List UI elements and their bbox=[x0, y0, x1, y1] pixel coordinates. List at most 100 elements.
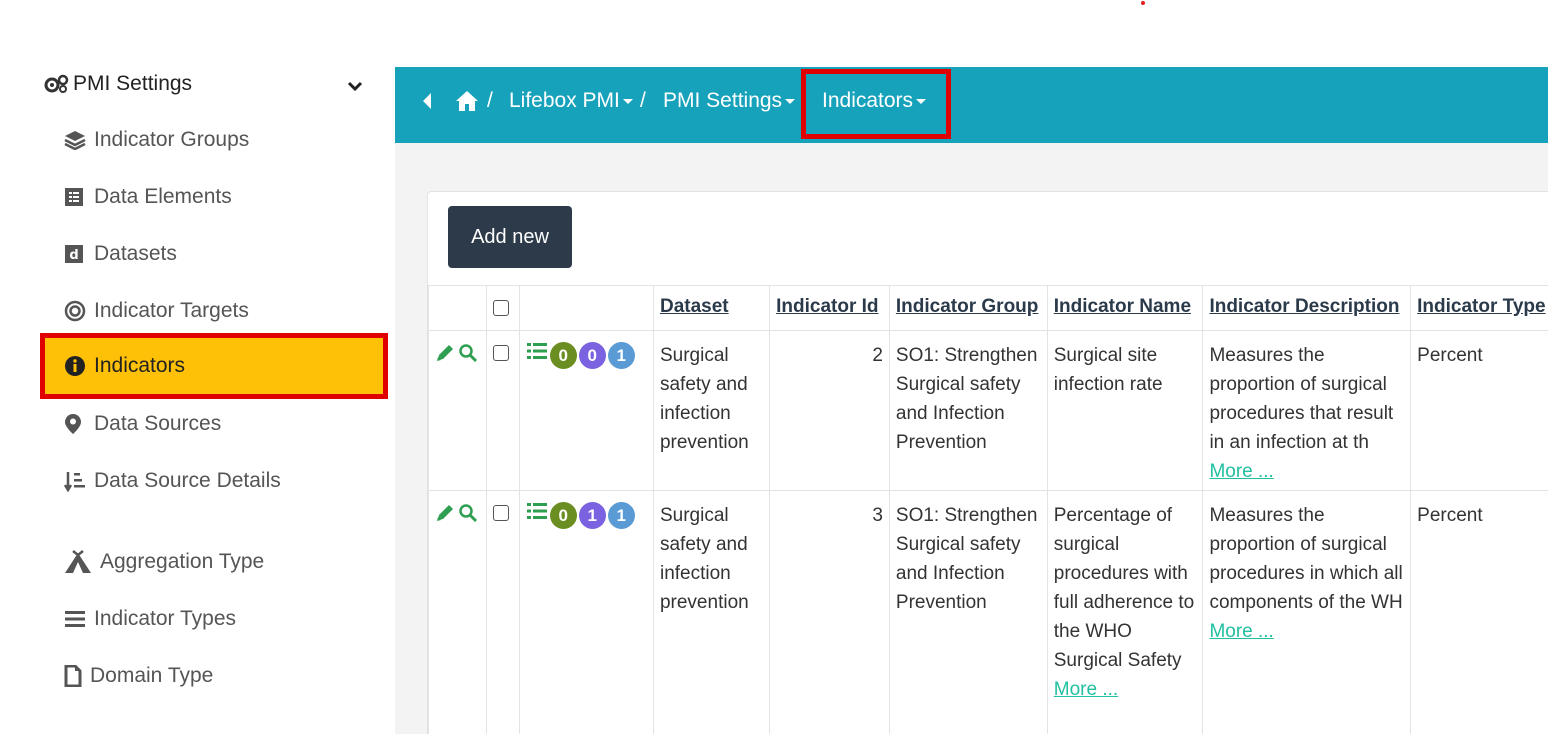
column-header-indicator-id[interactable]: Indicator Id bbox=[769, 285, 890, 331]
actions-header bbox=[428, 285, 487, 331]
sidebar-header-label: PMI Settings bbox=[73, 72, 193, 95]
count-badge[interactable]: 0 bbox=[549, 502, 577, 529]
column-header-indicator-description[interactable]: Indicator Description bbox=[1202, 285, 1412, 331]
more-link[interactable]: More ... bbox=[1209, 621, 1273, 642]
list-box-icon bbox=[64, 187, 94, 207]
count-badge[interactable]: 1 bbox=[578, 502, 606, 529]
cell-indicator-group: SO1: Strengthen Surgical safety and Infe… bbox=[888, 330, 1048, 491]
sidebar-item-label: Indicator Targets bbox=[94, 299, 249, 322]
sidebar-item-label: Indicators bbox=[94, 354, 186, 377]
count-badge[interactable]: 1 bbox=[607, 342, 635, 369]
breadcrumb-lifebox-pmi[interactable]: Lifebox PMI bbox=[509, 87, 633, 115]
layers-icon bbox=[64, 130, 94, 150]
sidebar: PMI Settings Indicator Groups Data Eleme… bbox=[0, 0, 395, 734]
badges-header bbox=[518, 285, 654, 331]
count-badge[interactable]: 0 bbox=[578, 342, 606, 369]
sidebar-item-data-sources[interactable]: Data Sources bbox=[64, 409, 221, 439]
more-link[interactable]: More ... bbox=[1054, 679, 1118, 700]
sidebar-item-aggregation-type[interactable]: Aggregation Type bbox=[64, 547, 264, 577]
more-link[interactable]: More ... bbox=[1209, 461, 1273, 482]
cell-indicator-name: Surgical site infection rate bbox=[1046, 330, 1204, 491]
gears-icon bbox=[43, 74, 73, 94]
breadcrumb-separator: / bbox=[640, 89, 646, 112]
sort-list-icon bbox=[64, 470, 94, 492]
description-text: Measures the proportion of surgical proc… bbox=[1209, 345, 1394, 453]
sidebar-item-label: Indicator Types bbox=[94, 607, 237, 630]
view-search-icon[interactable] bbox=[458, 503, 478, 532]
cell-dataset: Surgical safety and infection prevention bbox=[652, 330, 771, 491]
row-checkbox[interactable] bbox=[492, 505, 509, 521]
count-badge[interactable]: 1 bbox=[607, 502, 635, 529]
file-icon bbox=[64, 665, 90, 687]
add-new-button[interactable]: Add new bbox=[448, 206, 572, 268]
description-text: Measures the proportion of surgical proc… bbox=[1209, 505, 1403, 613]
cell-indicator-description: Measures the proportion of surgical proc… bbox=[1202, 330, 1412, 491]
breadcrumb-separator: / bbox=[487, 89, 493, 112]
sidebar-header-pmi-settings[interactable]: PMI Settings bbox=[43, 70, 373, 98]
d-box-icon: d bbox=[64, 244, 94, 264]
sidebar-item-label: Data Elements bbox=[94, 185, 232, 208]
row-badges: 0 1 1 bbox=[518, 490, 654, 734]
count-badge[interactable]: 0 bbox=[549, 342, 577, 369]
indicator-name-text: Percentage of surgical procedures with f… bbox=[1053, 505, 1195, 671]
chevron-down-icon[interactable] bbox=[347, 74, 363, 98]
row-actions bbox=[428, 490, 487, 734]
row-select bbox=[485, 490, 520, 734]
breadcrumb-label: Lifebox PMI bbox=[509, 89, 620, 112]
breadcrumb-pmi-settings[interactable]: PMI Settings bbox=[663, 87, 796, 115]
column-header-indicator-type[interactable]: Indicator Type bbox=[1410, 285, 1548, 331]
row-checkbox[interactable] bbox=[492, 345, 509, 361]
cell-indicator-id: 3 bbox=[769, 490, 890, 734]
row-actions bbox=[428, 330, 487, 491]
list-icon[interactable] bbox=[526, 341, 548, 370]
sidebar-toggle-icon[interactable] bbox=[421, 87, 433, 115]
info-icon bbox=[64, 355, 94, 377]
edit-pencil-icon[interactable] bbox=[435, 343, 455, 372]
edit-pencil-icon[interactable] bbox=[435, 503, 455, 532]
tent-icon bbox=[64, 550, 100, 574]
target-icon bbox=[64, 300, 94, 322]
breadcrumb: / Lifebox PMI / PMI Settings Indicators bbox=[395, 67, 1548, 143]
red-dot-marker bbox=[1141, 1, 1145, 5]
list-icon[interactable] bbox=[526, 501, 548, 530]
sidebar-item-label: Data Source Details bbox=[94, 469, 281, 492]
cell-indicator-group: SO1: Strengthen Surgical safety and Infe… bbox=[888, 490, 1048, 734]
indicators-table: Dataset Indicator Id Indicator Group Ind… bbox=[428, 285, 1548, 734]
cell-indicator-type: Percent bbox=[1410, 330, 1548, 491]
sidebar-item-indicator-targets[interactable]: Indicator Targets bbox=[64, 296, 249, 326]
main-content: Add new Dataset Indicator Id Indicator G… bbox=[395, 143, 1548, 734]
table-header-row: Dataset Indicator Id Indicator Group Ind… bbox=[428, 285, 1548, 331]
sidebar-item-indicator-groups[interactable]: Indicator Groups bbox=[64, 125, 249, 155]
sidebar-item-label: Domain Type bbox=[90, 664, 214, 687]
sidebar-item-indicators[interactable]: Indicators bbox=[64, 351, 185, 381]
home-icon[interactable] bbox=[455, 87, 479, 115]
view-search-icon[interactable] bbox=[458, 343, 478, 372]
breadcrumb-indicators[interactable]: Indicators bbox=[822, 87, 927, 115]
bars-icon bbox=[64, 609, 94, 629]
map-pin-icon bbox=[64, 413, 94, 435]
breadcrumb-label: Indicators bbox=[822, 89, 914, 112]
sidebar-item-indicator-types[interactable]: Indicator Types bbox=[64, 604, 236, 634]
sidebar-item-data-elements[interactable]: Data Elements bbox=[64, 182, 232, 212]
sidebar-item-datasets[interactable]: d Datasets bbox=[64, 239, 177, 269]
caret-down-icon bbox=[622, 98, 633, 104]
sidebar-item-data-source-details[interactable]: Data Source Details bbox=[64, 466, 281, 496]
cell-indicator-type: Percent bbox=[1410, 490, 1548, 734]
cell-indicator-name: Percentage of surgical procedures with f… bbox=[1046, 490, 1204, 734]
caret-down-icon bbox=[785, 98, 796, 104]
svg-text:d: d bbox=[69, 248, 78, 263]
select-all-checkbox[interactable] bbox=[492, 300, 509, 316]
column-header-indicator-name[interactable]: Indicator Name bbox=[1046, 285, 1204, 331]
indicator-name-text: Surgical site infection rate bbox=[1053, 345, 1163, 395]
cell-dataset: Surgical safety and infection prevention bbox=[652, 490, 771, 734]
sidebar-item-label: Indicator Groups bbox=[94, 128, 250, 151]
sidebar-item-indicators-active[interactable]: Indicators bbox=[40, 333, 388, 399]
indicators-card: Add new Dataset Indicator Id Indicator G… bbox=[427, 191, 1548, 734]
select-all-header bbox=[485, 285, 520, 331]
cell-indicator-description: Measures the proportion of surgical proc… bbox=[1202, 490, 1412, 734]
column-header-indicator-group[interactable]: Indicator Group bbox=[888, 285, 1048, 331]
sidebar-item-domain-type[interactable]: Domain Type bbox=[64, 661, 213, 691]
breadcrumb-label: PMI Settings bbox=[663, 89, 783, 112]
column-header-dataset[interactable]: Dataset bbox=[652, 285, 771, 331]
table-row: 0 1 1 Surgical safety and infection prev… bbox=[428, 490, 1548, 734]
